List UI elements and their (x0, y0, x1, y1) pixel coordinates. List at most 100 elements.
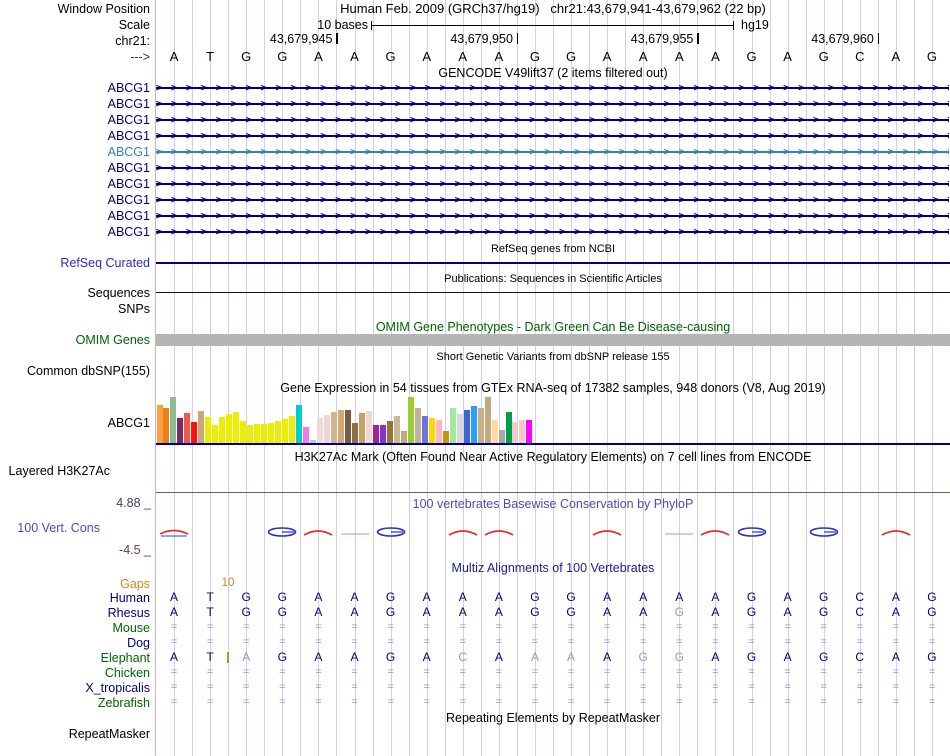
phylop-mark-blue[interactable] (374, 525, 408, 539)
gtex-bar[interactable] (526, 420, 533, 443)
gtex-bar[interactable] (386, 421, 393, 443)
gtex-bar[interactable] (498, 430, 505, 443)
gtex-bar[interactable] (226, 414, 233, 443)
phylop-mark-blue[interactable] (807, 525, 841, 539)
gtex-bar[interactable] (247, 425, 254, 443)
gtex-bar[interactable] (191, 422, 198, 443)
gtex-bar[interactable] (463, 410, 470, 443)
gene-label[interactable]: ABCG1 (0, 209, 150, 223)
gtex-bar[interactable] (428, 418, 435, 443)
gtex-bar[interactable] (400, 431, 407, 443)
gene-model-row[interactable]: >>>>>>>>>>>>>>>>>>>>>>>>>>>>>>>>>>>>>>>>… (156, 224, 949, 240)
refseq-curated-item[interactable] (156, 262, 950, 264)
gtex-bar[interactable] (233, 412, 240, 443)
gene-model-row[interactable]: >>>>>>>>>>>>>>>>>>>>>>>>>>>>>>>>>>>>>>>>… (156, 192, 949, 208)
gtex-bar[interactable] (435, 420, 442, 443)
alignment-row[interactable]: ATGGAAGAAAGGAAAAGAGCAG (156, 590, 950, 605)
publications-sequences-label[interactable]: Sequences (0, 286, 150, 300)
gene-model-row[interactable]: >>>>>>>>>>>>>>>>>>>>>>>>>>>>>>>>>>>>>>>>… (156, 96, 949, 112)
gtex-bar[interactable] (344, 410, 351, 443)
species-label[interactable]: Mouse (0, 621, 150, 635)
phylop-mark-red[interactable] (879, 525, 913, 539)
gtex-bar[interactable] (163, 408, 170, 443)
gene-model-row[interactable]: >>>>>>>>>>>>>>>>>>>>>>>>>>>>>>>>>>>>>>>>… (156, 160, 949, 176)
gtex-bar[interactable] (177, 418, 184, 443)
gtex-gene-label[interactable]: ABCG1 (0, 416, 150, 430)
alignment-row[interactable]: = = = = = = = = = = = = = = = = = = = = = = (156, 620, 950, 635)
gtex-bar[interactable] (491, 420, 498, 443)
h3k27ac-signal-line[interactable] (156, 491, 950, 493)
omim-genes-label[interactable]: OMIM Genes (0, 333, 150, 347)
phylop-mark-faint[interactable] (662, 525, 696, 539)
alignment-row[interactable]: = = = = = = = = = = = = = = = = = = = = = = (156, 665, 950, 680)
publications-snps-label[interactable]: SNPs (0, 302, 150, 316)
gtex-bar[interactable] (261, 424, 268, 443)
phylop-mark-red[interactable] (482, 525, 516, 539)
gtex-bar[interactable] (484, 397, 491, 443)
gtex-bar[interactable] (393, 416, 400, 443)
gtex-bar[interactable] (282, 419, 289, 443)
gtex-bar[interactable] (414, 408, 421, 443)
refseq-curated-label[interactable]: RefSeq Curated (0, 256, 150, 270)
gene-model-row[interactable]: >>>>>>>>>>>>>>>>>>>>>>>>>>>>>>>>>>>>>>>>… (156, 80, 949, 96)
gtex-bar[interactable] (372, 425, 379, 443)
species-label[interactable]: Rhesus (0, 606, 150, 620)
alignment-row[interactable]: = = = = = = = = = = = = = = = = = = = = = = (156, 635, 950, 650)
gtex-bar[interactable] (407, 397, 414, 443)
gtex-bar[interactable] (296, 405, 303, 443)
gene-label[interactable]: ABCG1 (0, 81, 150, 95)
gtex-bar[interactable] (442, 431, 449, 443)
gene-label[interactable]: ABCG1 (0, 97, 150, 111)
repeatmasker-label[interactable]: RepeatMasker (0, 727, 150, 741)
species-label[interactable]: X_tropicalis (0, 681, 150, 695)
phylop-mark-red[interactable] (301, 525, 335, 539)
gene-model-row[interactable]: >>>>>>>>>>>>>>>>>>>>>>>>>>>>>>>>>>>>>>>>… (156, 128, 949, 144)
gtex-bar[interactable] (317, 418, 324, 443)
species-label[interactable]: Elephant (0, 651, 150, 665)
gtex-bar[interactable] (477, 408, 484, 443)
gene-model-row[interactable]: >>>>>>>>>>>>>>>>>>>>>>>>>>>>>>>>>>>>>>>>… (156, 208, 949, 224)
gtex-bar[interactable] (337, 410, 344, 443)
gtex-bar[interactable] (421, 416, 428, 443)
alignment-row[interactable]: = = = = = = = = = = = = = = = = = = = = = = (156, 680, 950, 695)
gene-label[interactable]: ABCG1 (0, 145, 150, 159)
gtex-bar[interactable] (219, 417, 226, 443)
gtex-bar[interactable] (449, 408, 456, 443)
gtex-bar[interactable] (289, 416, 296, 443)
gene-label[interactable]: ABCG1 (0, 177, 150, 191)
omim-gene-bar[interactable] (156, 334, 950, 346)
species-label[interactable]: Zebrafish (0, 696, 150, 710)
phylop-mark-red[interactable] (446, 525, 480, 539)
gene-label[interactable]: ABCG1 (0, 161, 150, 175)
gtex-bar[interactable] (379, 425, 386, 443)
publications-sequences-item[interactable] (156, 292, 950, 294)
gtex-bar[interactable] (351, 423, 358, 443)
phylop-mark-red_blue[interactable] (157, 525, 191, 539)
conservation-label[interactable]: 100 Vert. Cons (0, 521, 100, 535)
gtex-bar[interactable] (331, 412, 337, 443)
gene-label[interactable]: ABCG1 (0, 113, 150, 127)
gtex-bar[interactable] (184, 413, 191, 443)
gene-model-row[interactable]: >>>>>>>>>>>>>>>>>>>>>>>>>>>>>>>>>>>>>>>>… (156, 144, 949, 160)
alignment-row[interactable]: ATGGAAGAAAGGAAGAGAGCAG (156, 605, 950, 620)
species-label[interactable]: Human (0, 591, 150, 605)
gene-label[interactable]: ABCG1 (0, 129, 150, 143)
gtex-bar[interactable] (470, 406, 477, 443)
phylop-mark-faint[interactable] (338, 525, 372, 539)
gtex-bar[interactable] (505, 412, 512, 443)
layered-h3k27ac-label[interactable]: Layered H3K27Ac (0, 464, 110, 478)
gtex-bar[interactable] (519, 420, 526, 443)
multiz-gaps-label[interactable]: Gaps (0, 577, 150, 591)
phylop-mark-red[interactable] (590, 525, 624, 539)
gtex-bar[interactable] (275, 421, 282, 443)
gtex-bar[interactable] (212, 425, 219, 443)
alignment-row[interactable]: ATAGAAGACAAAAGGAGAGCAG (156, 650, 950, 665)
phylop-mark-red[interactable] (698, 525, 732, 539)
gtex-bar[interactable] (198, 411, 205, 443)
common-dbsnp-label[interactable]: Common dbSNP(155) (0, 364, 150, 378)
gtex-bar[interactable] (240, 421, 247, 443)
gtex-bar[interactable] (324, 415, 331, 443)
gene-label[interactable]: ABCG1 (0, 193, 150, 207)
alignment-row[interactable]: = = = = = = = = = = = = = = = = = = = = = = (156, 695, 950, 710)
species-label[interactable]: Chicken (0, 666, 150, 680)
